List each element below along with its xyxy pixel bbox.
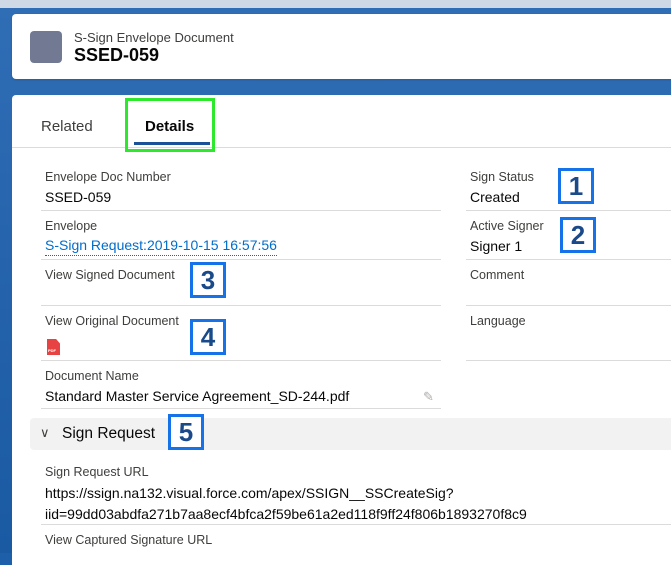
- pdf-file-icon[interactable]: PDF: [47, 339, 60, 355]
- edit-pencil-icon[interactable]: ✎: [423, 389, 437, 404]
- field-label: View Signed Document: [45, 268, 175, 282]
- field-sign-request-url: Sign Request URL https://ssign.na132.vis…: [41, 457, 671, 525]
- field-label: Sign Status: [470, 170, 534, 184]
- annotation-marker-1: 1: [558, 168, 594, 204]
- pdf-icon-text: PDF: [48, 348, 56, 353]
- field-view-captured-signature-url: View Captured Signature URL: [41, 525, 671, 565]
- section-header-sign-request[interactable]: ∨ Sign Request: [30, 418, 671, 450]
- field-label: Comment: [470, 268, 525, 282]
- details-tab-highlight-box: [125, 98, 215, 152]
- field-label: Envelope: [45, 219, 98, 233]
- field-document-name: Document Name Standard Master Service Ag…: [41, 361, 441, 409]
- record-title: SSED-059: [74, 45, 160, 65]
- chevron-down-icon: ∨: [40, 425, 50, 440]
- field-label: Language: [470, 314, 526, 328]
- annotation-marker-2: 2: [560, 217, 596, 253]
- field-label: Sign Request URL: [45, 465, 149, 479]
- section-title: Sign Request: [62, 425, 156, 442]
- field-comment: Comment: [466, 260, 671, 306]
- annotation-marker-4: 4: [190, 319, 226, 355]
- field-value: SSED-059: [45, 189, 112, 205]
- field-value: Created: [470, 189, 520, 205]
- field-label: Document Name: [45, 369, 139, 383]
- field-value: Signer 1: [470, 238, 523, 254]
- record-header: S-Sign Envelope Document SSED-059: [12, 14, 671, 79]
- sign-request-url-line-1: https://ssign.na132.visual.force.com/ape…: [45, 485, 454, 501]
- object-type-label: S-Sign Envelope Document: [74, 30, 234, 45]
- field-envelope-doc-number: Envelope Doc Number SSED-059: [41, 162, 441, 211]
- record-detail-card: Related Details Envelope Doc Number SSED…: [12, 95, 671, 565]
- field-label: Active Signer: [470, 219, 544, 233]
- object-icon: [30, 31, 62, 63]
- field-value-wrapper: S-Sign Request:2019-10-15 16:57:56: [45, 237, 277, 256]
- field-view-signed-document: View Signed Document: [41, 260, 441, 306]
- tab-related[interactable]: Related: [41, 118, 93, 135]
- field-value: Standard Master Service Agreement_SD-244…: [45, 388, 350, 404]
- field-label: View Captured Signature URL: [45, 533, 213, 547]
- annotation-marker-3: 3: [190, 262, 226, 298]
- tab-bar: Related Details: [12, 95, 671, 152]
- field-view-original-document: View Original Document PDF: [41, 306, 441, 361]
- field-label: Envelope Doc Number: [45, 170, 171, 184]
- sign-request-url-line-2: iid=99dd03abdfa271b7aa8ecf4bfca2f59be61a…: [45, 506, 527, 522]
- field-language: Language: [466, 306, 671, 361]
- annotation-marker-5: 5: [168, 414, 204, 450]
- field-envelope: Envelope S-Sign Request:2019-10-15 16:57…: [41, 211, 441, 260]
- envelope-link[interactable]: S-Sign Request:2019-10-15 16:57:56: [45, 237, 277, 256]
- field-label: View Original Document: [45, 314, 179, 328]
